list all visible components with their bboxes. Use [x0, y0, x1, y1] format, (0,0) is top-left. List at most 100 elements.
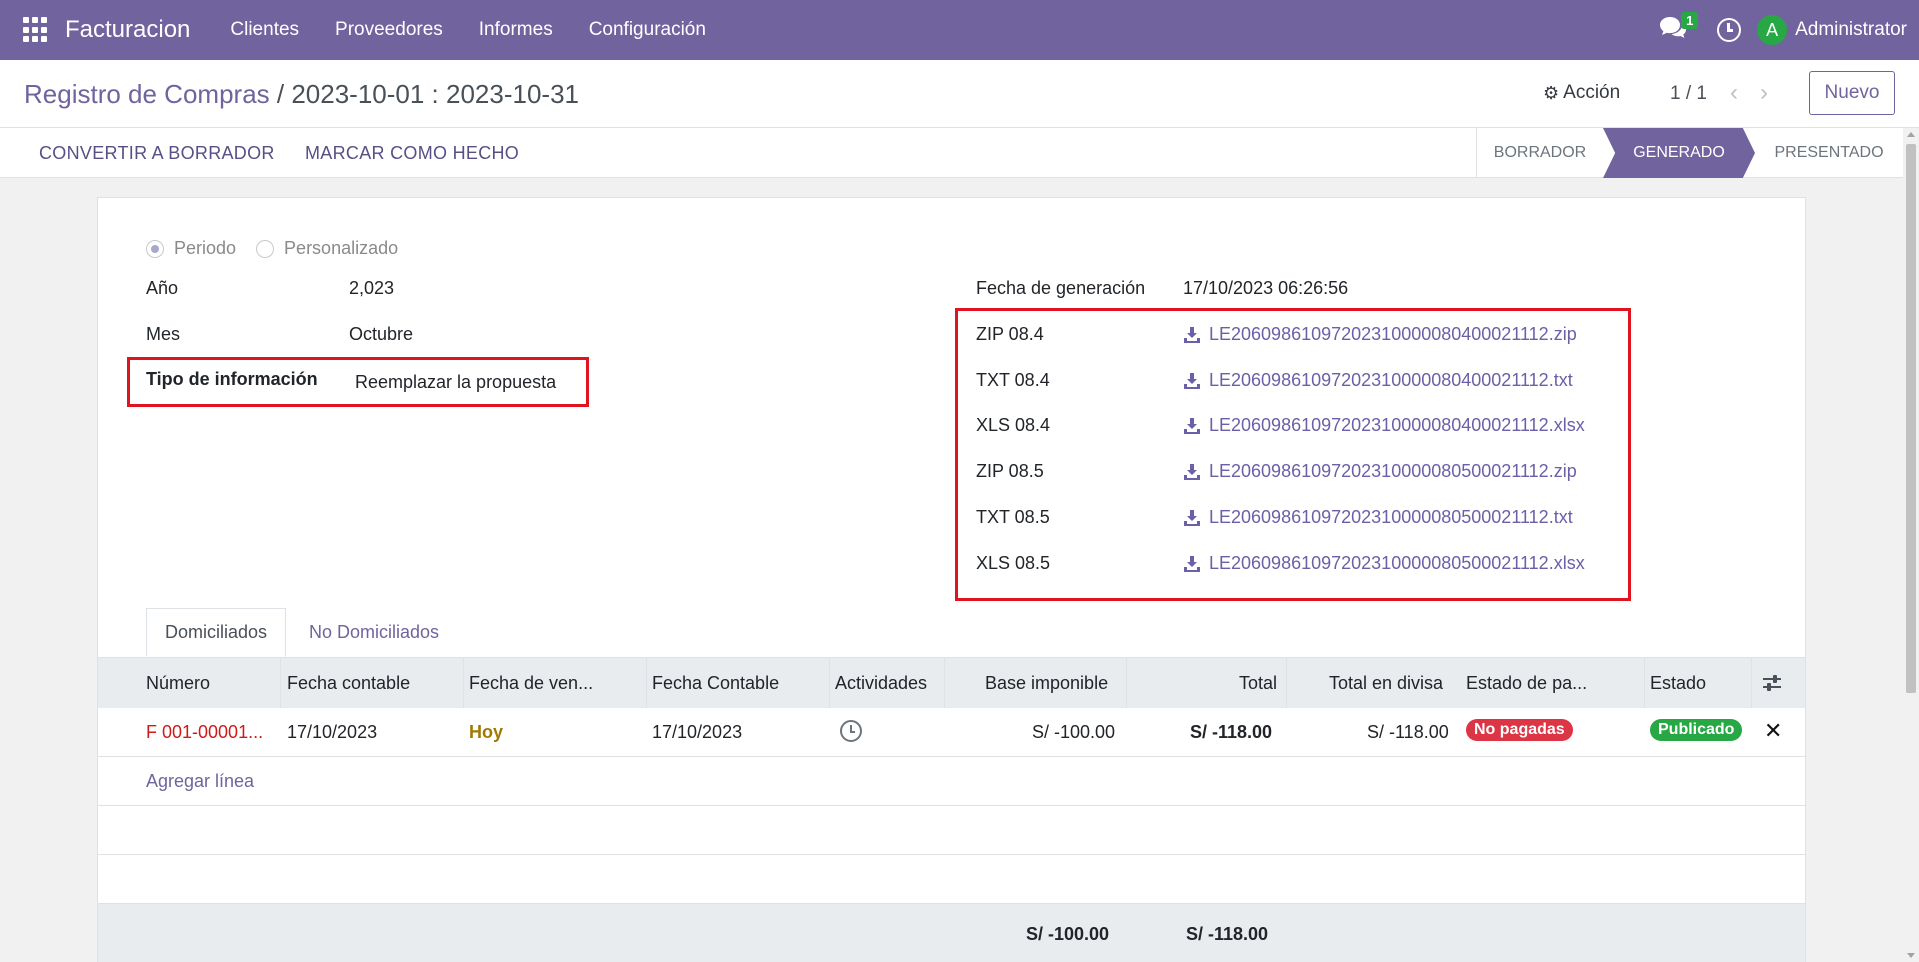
action-button[interactable]: ⚙ Acción [1543, 82, 1620, 104]
breadcrumb-parent[interactable]: Registro de Compras [24, 79, 270, 109]
file-link-txt-084[interactable]: LE20609861097202310000080400021112.txt [1183, 370, 1573, 391]
cell-fecha-contable-2: 17/10/2023 [652, 722, 743, 742]
fecha-generacion-label: Fecha de generación [976, 278, 1146, 298]
column-separator [463, 658, 464, 709]
cell-numero: F 001-00001... [146, 722, 264, 742]
action-label: Acción [1563, 82, 1621, 103]
file-name: LE20609861097202310000080400021112.zip [1209, 324, 1577, 344]
new-button[interactable]: Nuevo [1809, 71, 1895, 115]
file-name: LE20609861097202310000080500021112.txt [1209, 507, 1573, 527]
menu-proveedores[interactable]: Proveedores [317, 19, 461, 41]
delete-row-icon[interactable]: ✕ [1764, 718, 1782, 744]
file-name: LE20609861097202310000080500021112.xlsx [1209, 553, 1585, 573]
download-icon [1184, 555, 1200, 572]
file-link-xls-085[interactable]: LE20609861097202310000080500021112.xlsx [1183, 553, 1585, 574]
form-sheet: Periodo Personalizado Año 2,023 Mes Octu… [97, 197, 1806, 962]
col-fecha-contable-2[interactable]: Fecha Contable [652, 673, 779, 694]
tipo-value[interactable]: Reemplazar la propuesta [355, 372, 556, 393]
download-icon [1184, 463, 1200, 480]
download-icon [1184, 372, 1200, 389]
convert-to-draft-button[interactable]: CONVERTIR A BORRADOR [39, 143, 275, 164]
col-estado[interactable]: Estado [1650, 673, 1706, 694]
activity-clock-icon[interactable] [1717, 18, 1742, 42]
mes-label: Mes [146, 324, 181, 344]
scrollbar-up-icon[interactable] [1907, 132, 1915, 137]
file-label-zip-085: ZIP 08.5 [976, 461, 1044, 481]
radio-personalizado[interactable] [256, 239, 275, 258]
download-icon [1184, 417, 1200, 434]
menu-configuracion[interactable]: Configuración [571, 19, 724, 41]
column-separator [829, 658, 830, 709]
col-total-divisa[interactable]: Total en divisa [1329, 673, 1443, 694]
fecha-generacion-value: 17/10/2023 06:26:56 [1183, 278, 1349, 298]
anio-label: Año [146, 278, 179, 298]
column-separator [1751, 658, 1752, 709]
file-name: LE20609861097202310000080400021112.txt [1209, 370, 1573, 390]
breadcrumb: Registro de Compras / 2023-10-01 : 2023-… [24, 79, 579, 110]
cell-fecha-contable: 17/10/2023 [287, 722, 378, 742]
cell-fecha-vencimiento: Hoy [469, 722, 504, 742]
apps-menu-icon[interactable] [23, 17, 49, 43]
gear-icon: ⚙ [1543, 82, 1560, 103]
file-link-xls-084[interactable]: LE20609861097202310000080400021112.xlsx [1183, 415, 1585, 436]
download-icon [1184, 326, 1200, 343]
file-label-xls-085: XLS 08.5 [976, 553, 1051, 573]
breadcrumb-current: / 2023-10-01 : 2023-10-31 [276, 79, 580, 109]
user-menu[interactable]: A Administrator [1757, 15, 1907, 45]
menu-informes[interactable]: Informes [461, 19, 571, 41]
column-separator [944, 658, 945, 709]
payment-status-badge: No pagadas [1466, 719, 1573, 741]
cell-total: S/ -118.00 [1190, 722, 1273, 742]
col-fecha-contable[interactable]: Fecha contable [287, 673, 410, 694]
pager-previous-icon[interactable]: ‹ [1730, 79, 1738, 107]
col-estado-pago[interactable]: Estado de pa... [1466, 673, 1587, 694]
add-line-link[interactable]: Agregar línea [146, 771, 254, 792]
column-separator [646, 658, 647, 709]
col-total[interactable]: Total [1239, 673, 1277, 694]
file-link-zip-084[interactable]: LE20609861097202310000080400021112.zip [1183, 324, 1577, 345]
chat-count-badge: 1 [1681, 12, 1699, 29]
footer-base-total: S/ -100.00 [1026, 924, 1110, 944]
file-link-txt-085[interactable]: LE20609861097202310000080500021112.txt [1183, 507, 1573, 528]
status-badge: Publicado [1650, 719, 1743, 741]
file-label-txt-084: TXT 08.4 [976, 370, 1050, 390]
scrollbar-thumb[interactable] [1906, 144, 1916, 693]
stage-presentado[interactable]: PRESENTADO [1755, 128, 1903, 178]
file-label-xls-084: XLS 08.4 [976, 415, 1051, 435]
pager-value[interactable]: 1 / 1 [1670, 83, 1707, 105]
radio-periodo-label: Periodo [174, 238, 237, 258]
col-fecha-vencimiento[interactable]: Fecha de ven... [469, 673, 593, 694]
app-brand[interactable]: Facturacion [65, 16, 190, 44]
table-header: Número Fecha contable Fecha de ven... Fe… [98, 657, 1805, 709]
pager-next-icon[interactable]: › [1760, 79, 1768, 107]
anio-value[interactable]: 2,023 [349, 278, 394, 299]
stage-generado[interactable]: GENERADO [1603, 128, 1755, 178]
date-type-radio-group: Periodo Personalizado [146, 238, 398, 259]
activity-clock-icon[interactable] [840, 720, 862, 742]
table-row[interactable]: F 001-00001... 17/10/2023 Hoy 17/10/2023… [98, 708, 1805, 757]
user-name: Administrator [1795, 19, 1907, 40]
empty-row [98, 855, 1805, 904]
file-link-zip-085[interactable]: LE20609861097202310000080500021112.zip [1183, 461, 1577, 482]
mark-as-done-button[interactable]: MARCAR COMO HECHO [305, 143, 519, 164]
cell-base-imponible: S/ -100.00 [1032, 722, 1116, 742]
col-numero[interactable]: Número [146, 673, 210, 694]
tab-no-domiciliados[interactable]: No Domiciliados [291, 608, 457, 657]
tab-domiciliados[interactable]: Domiciliados [146, 608, 287, 657]
scrollbar[interactable] [1903, 128, 1919, 962]
avatar: A [1757, 15, 1788, 45]
menu-clientes[interactable]: Clientes [212, 19, 317, 41]
column-separator [1644, 658, 1645, 709]
stage-borrador[interactable]: BORRADOR [1476, 128, 1603, 178]
chat-icon[interactable]: 1 [1659, 12, 1699, 45]
col-base-imponible[interactable]: Base imponible [985, 673, 1108, 694]
radio-personalizado-label: Personalizado [284, 238, 399, 258]
radio-periodo[interactable] [146, 239, 164, 258]
invoice-table: Número Fecha contable Fecha de ven... Fe… [98, 657, 1805, 962]
mes-value[interactable]: Octubre [349, 324, 413, 345]
optional-columns-icon[interactable] [1761, 673, 1783, 693]
download-icon [1184, 509, 1200, 526]
col-actividades[interactable]: Actividades [835, 673, 927, 694]
cell-total-divisa: S/ -118.00 [1367, 722, 1449, 742]
scrollbar-down-icon[interactable] [1907, 953, 1915, 958]
